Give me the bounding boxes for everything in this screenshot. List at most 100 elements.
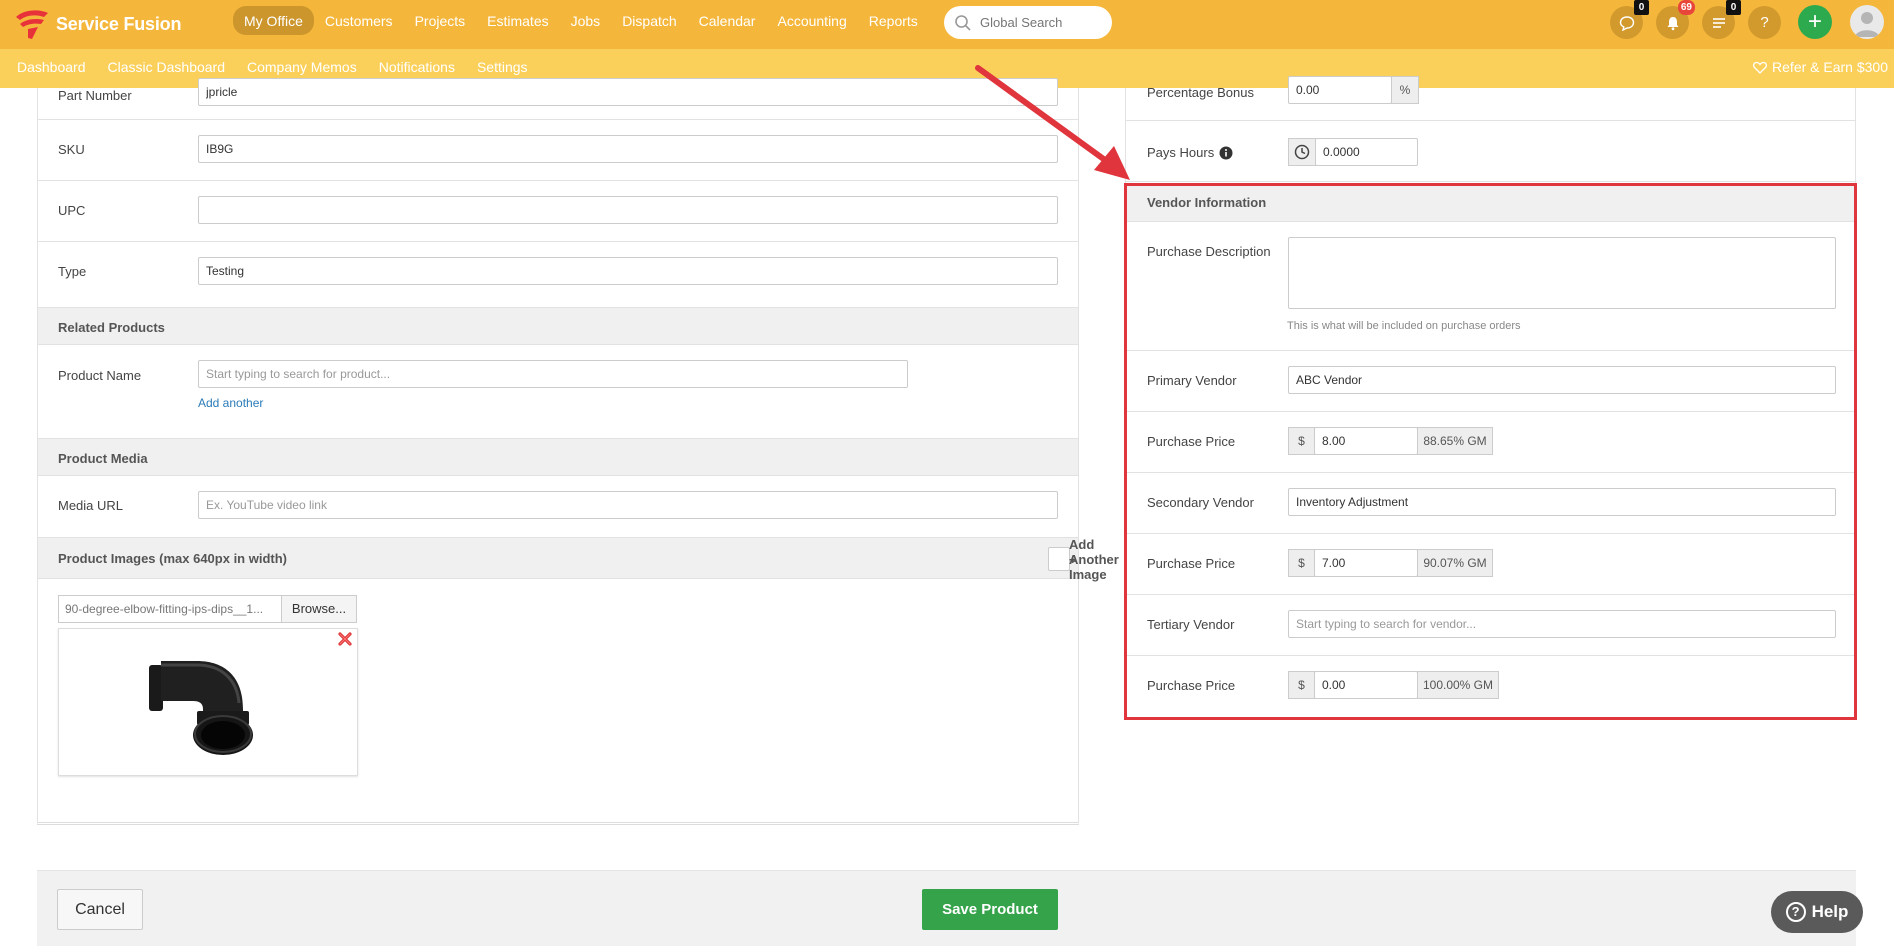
secondary-vendor-label: Secondary Vendor [1147,495,1254,510]
nav-estimates[interactable]: Estimates [476,6,559,35]
primary-vendor-input[interactable] [1288,366,1836,394]
product-name-label: Product Name [58,368,142,383]
service-fusion-logo[interactable]: Service Fusion [14,7,181,41]
product-image-preview [58,628,358,776]
tertiary-purchase-price-input[interactable] [1314,671,1418,699]
subnav-classic-dashboard[interactable]: Classic Dashboard [97,59,237,75]
list-icon [1712,17,1725,28]
product-name-input[interactable] [198,360,908,388]
tasks-count-badge: 0 [1726,0,1741,15]
pays-hours-row: Pays Hours [1126,121,1855,182]
add-another-image-button[interactable]: + Add Another Image [1048,537,1119,582]
nav-calendar[interactable]: Calendar [688,6,767,35]
pays-hours-label-wrap: Pays Hours [1147,145,1233,160]
upc-label: UPC [58,203,86,218]
tertiary-vendor-input[interactable] [1288,610,1836,638]
notifications-count-badge: 69 [1677,0,1695,15]
search-icon [955,14,971,31]
create-new-button[interactable]: + [1798,5,1832,39]
help-widget-button[interactable]: ? Help [1771,891,1863,933]
secondary-purchase-price-row: Purchase Price $ 90.07% GM [1126,534,1855,595]
product-media-header: Product Media [38,438,1078,476]
clock-icon [1294,144,1310,160]
add-another-link[interactable]: Add another [198,396,263,410]
service-fusion-logo-icon [16,10,48,39]
upc-row: UPC [38,181,1078,242]
nav-projects[interactable]: Projects [404,6,477,35]
secondary-gm-addon: 90.07% GM [1417,549,1493,577]
secondary-purchase-price-input[interactable] [1314,549,1418,577]
nav-customers[interactable]: Customers [314,6,404,35]
cancel-button[interactable]: Cancel [57,889,143,930]
part-number-input[interactable] [198,78,1058,106]
tasks-button[interactable]: 0 [1702,0,1741,39]
type-label: Type [58,264,87,279]
upc-input[interactable] [198,196,1058,224]
purchase-description-textarea[interactable] [1288,237,1836,309]
part-number-label: Part Number [58,88,132,103]
dollar-addon: $ [1288,671,1315,699]
type-row: Type [38,242,1078,303]
question-circle-icon: ? [1785,902,1806,922]
global-search-input[interactable] [980,15,1100,30]
vendor-information-title: Vendor Information [1147,195,1267,210]
secondary-vendor-input[interactable] [1288,488,1836,516]
nav-accounting[interactable]: Accounting [766,6,857,35]
global-search [944,6,1112,39]
info-icon[interactable] [1219,146,1233,160]
tertiary-purchase-price-row: Purchase Price $ 100.00% GM [1126,656,1855,717]
primary-purchase-price-label: Purchase Price [1147,434,1236,449]
add-another-image-label: Add Another Image [1069,536,1119,582]
tertiary-vendor-row: Tertiary Vendor [1126,595,1855,656]
notifications-button[interactable]: 69 [1656,0,1695,39]
related-products-header: Related Products [38,307,1078,345]
subnav-notifications[interactable]: Notifications [368,59,466,75]
chat-button[interactable]: 0 [1610,0,1649,39]
nav-dispatch[interactable]: Dispatch [611,6,687,35]
file-name-field[interactable]: 90-degree-elbow-fitting-ips-dips__1... [58,595,281,623]
pays-hours-input[interactable] [1315,138,1418,166]
primary-purchase-price-row: Purchase Price $ 88.65% GM [1126,412,1855,473]
secondary-purchase-price-label: Purchase Price [1147,556,1236,571]
dollar-addon: $ [1288,427,1315,455]
nav-jobs[interactable]: Jobs [560,6,612,35]
help-button[interactable]: ? [1748,6,1781,39]
primary-purchase-price-input[interactable] [1314,427,1418,455]
subnav-dashboard[interactable]: Dashboard [6,59,97,75]
product-images-header: Product Images (max 640px in width) + Ad… [38,537,1119,582]
subnav-company-memos[interactable]: Company Memos [236,59,368,75]
sku-row: SKU [38,120,1078,181]
help-widget-label: Help [1811,902,1849,921]
refer-and-earn-link[interactable]: Refer & Earn $300 [1753,59,1888,75]
nav-reports[interactable]: Reports [858,6,929,35]
main-nav: My Office Customers Projects Estimates J… [233,6,929,35]
user-avatar-button[interactable] [1850,5,1884,39]
tertiary-purchase-price-label: Purchase Price [1147,678,1236,693]
refer-label: Refer & Earn $300 [1772,59,1888,75]
chat-bubble-icon [1619,15,1634,31]
save-product-button[interactable]: Save Product [922,889,1058,930]
subnav-settings[interactable]: Settings [466,59,539,75]
dollar-addon: $ [1288,549,1315,577]
sku-label: SKU [58,142,85,157]
tertiary-vendor-label: Tertiary Vendor [1147,617,1235,632]
primary-vendor-row: Primary Vendor [1126,351,1855,412]
file-upload: 90-degree-elbow-fitting-ips-dips__1... B… [58,595,357,623]
vendor-information-header: Vendor Information [1126,184,1855,222]
media-url-input[interactable] [198,491,1058,519]
sku-input[interactable] [198,135,1058,163]
pays-hours-label: Pays Hours [1147,145,1215,160]
delete-x-icon[interactable] [337,631,353,647]
elbow-fitting-image [149,661,253,755]
media-url-row: Media URL [38,476,1078,537]
pricing-vendor-panel: Percentage Bonus % Pays Hours Vendor Inf… [1125,76,1856,720]
user-avatar-icon [1855,12,1879,37]
clock-addon [1288,138,1316,166]
related-products-title: Related Products [58,320,165,335]
browse-button[interactable]: Browse... [281,595,357,623]
nav-my-office[interactable]: My Office [233,6,314,35]
secondary-vendor-row: Secondary Vendor [1126,473,1855,534]
percentage-bonus-input[interactable] [1288,76,1392,104]
type-input[interactable] [198,257,1058,285]
tertiary-gm-addon: 100.00% GM [1417,671,1499,699]
